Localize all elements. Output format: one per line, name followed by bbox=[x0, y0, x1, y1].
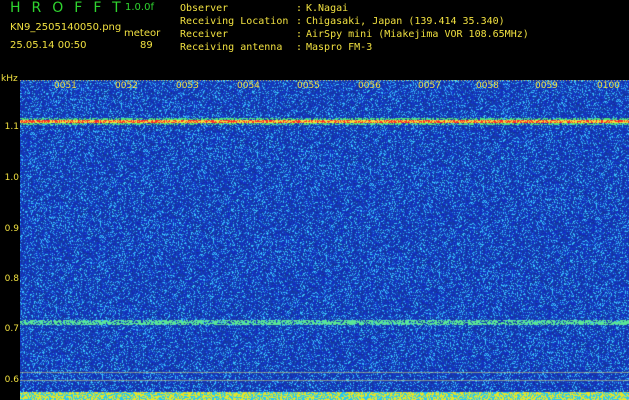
y-tick-label: 0.6 bbox=[4, 375, 19, 385]
timestamp: 25.05.14 00:50 bbox=[10, 40, 87, 51]
x-tick-label: 0058 bbox=[476, 81, 499, 91]
info-row-location: Receiving Location: Chigasaki, Japan (139… bbox=[180, 16, 505, 27]
version-label: 1.0.0f bbox=[125, 2, 154, 13]
station-info: Observer: K.Nagai Receiving Location: Chig… bbox=[180, 2, 529, 54]
y-tick-label: 0.7 bbox=[4, 324, 19, 334]
app-logo: HROFFT bbox=[10, 0, 132, 16]
y-tick-label: 1.0 bbox=[4, 173, 19, 183]
y-tick-label: 0.9 bbox=[4, 224, 19, 234]
info-row-antenna: Receiving antenna: Maspro FM-3 bbox=[180, 42, 373, 53]
x-tick-label: 0056 bbox=[358, 81, 381, 91]
meteor-count: 89 bbox=[140, 40, 153, 51]
x-tick-label: 0059 bbox=[535, 81, 558, 91]
spectrogram-waterfall bbox=[20, 80, 629, 400]
header-panel: HROFFT 1.0.0f KN9_2505140050.png 25.05.1… bbox=[0, 0, 629, 78]
file-name: KN9_2505140050.png bbox=[10, 22, 122, 33]
x-tick-label: 0100 bbox=[597, 81, 620, 91]
meteor-label: meteor bbox=[124, 28, 161, 39]
y-tick-label: 1.1 bbox=[4, 122, 19, 132]
x-tick-label: 0057 bbox=[418, 81, 441, 91]
freq-unit-label: kHz bbox=[1, 74, 18, 84]
info-row-receiver: Receiver: AirSpy mini (Miakejima VOR 108.… bbox=[180, 29, 529, 40]
info-row-observer: Observer: K.Nagai bbox=[180, 3, 349, 14]
x-tick-label: 0051 bbox=[54, 81, 77, 91]
y-tick-label: 0.8 bbox=[4, 274, 19, 284]
x-tick-label: 0053 bbox=[176, 81, 199, 91]
x-tick-label: 0054 bbox=[237, 81, 260, 91]
x-tick-label: 0052 bbox=[115, 81, 138, 91]
x-tick-label: 0055 bbox=[297, 81, 320, 91]
